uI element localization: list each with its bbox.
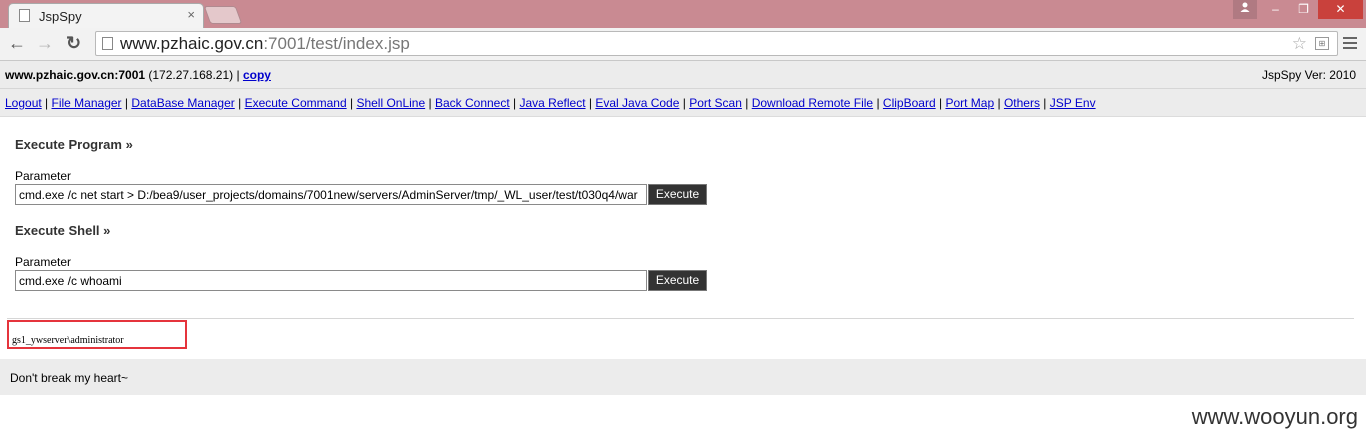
shell-parameter-input[interactable]: [15, 270, 647, 291]
menu-separator: |: [588, 96, 592, 110]
menu-item-execute-command[interactable]: Execute Command: [245, 96, 347, 110]
title-bar: JspSpy × – ❐ ✕: [0, 0, 1366, 28]
url-host: www.pzhaic.gov.cn: [120, 34, 264, 53]
menu-item-download-remote-file[interactable]: Download Remote File: [752, 96, 873, 110]
menu-separator: |: [938, 96, 943, 110]
menu-item-clipboard[interactable]: ClipBoard: [883, 96, 936, 110]
new-tab-button[interactable]: [203, 6, 243, 24]
url-text[interactable]: www.pzhaic.gov.cn:7001/test/index.jsp: [120, 34, 410, 54]
host-ip: (172.27.168.21): [148, 68, 234, 82]
info-bar: www.pzhaic.gov.cn:7001 (172.27.168.21) |…: [0, 61, 1366, 89]
page-favicon-icon: [19, 9, 30, 22]
menu-separator: |: [513, 96, 517, 110]
browser-menu-icon[interactable]: [1343, 37, 1357, 49]
menu-item-port-scan[interactable]: Port Scan: [689, 96, 742, 110]
tab-close-icon[interactable]: ×: [187, 7, 195, 22]
menu-list: Logout | File Manager | DataBase Manager…: [5, 96, 1096, 110]
browser-tab[interactable]: JspSpy ×: [8, 3, 204, 28]
url-path: :7001/test/index.jsp: [263, 34, 410, 53]
tab-title: JspSpy: [39, 9, 82, 24]
menu-item-shell-online[interactable]: Shell OnLine: [356, 96, 425, 110]
menu-item-port-map[interactable]: Port Map: [945, 96, 994, 110]
address-bar[interactable]: www.pzhaic.gov.cn:7001/test/index.jsp ☆ …: [95, 31, 1338, 56]
menu-item-database-manager[interactable]: DataBase Manager: [131, 96, 234, 110]
version-text: JspSpy Ver: 2010: [1261, 68, 1356, 82]
watermark-text: www.wooyun.org: [1191, 404, 1358, 429]
pipe-separator: |: [236, 68, 240, 82]
execute-program-title-text: Execute Program: [15, 137, 122, 152]
bookmark-star-icon[interactable]: ☆: [1292, 34, 1307, 54]
footer-text: Don't break my heart~: [10, 371, 129, 385]
menu-separator: |: [238, 96, 242, 110]
menu-separator: |: [349, 96, 354, 110]
close-window-button[interactable]: ✕: [1318, 0, 1363, 19]
menu-separator: |: [876, 96, 880, 110]
execute-shell-title-text: Execute Shell: [15, 223, 100, 238]
copy-link[interactable]: copy: [243, 68, 271, 82]
forward-arrow-icon[interactable]: →: [36, 33, 54, 53]
back-arrow-icon[interactable]: ←: [8, 33, 26, 53]
menu-item-jsp-env[interactable]: JSP Env: [1050, 96, 1096, 110]
execute-shell-title: Execute Shell »: [15, 223, 110, 238]
divider: [7, 318, 1354, 319]
program-parameter-input[interactable]: [15, 184, 647, 205]
execute-program-button[interactable]: Execute: [648, 184, 707, 205]
maximize-button[interactable]: ❐: [1290, 0, 1317, 19]
menu-item-logout[interactable]: Logout: [5, 96, 42, 110]
menu-item-file-manager[interactable]: File Manager: [52, 96, 122, 110]
menu-item-eval-java-code[interactable]: Eval Java Code: [595, 96, 679, 110]
host-info: www.pzhaic.gov.cn:7001 (172.27.168.21) |…: [5, 68, 271, 82]
raquo-icon: »: [103, 223, 111, 238]
command-output-box: gs1_ywserver\administrator: [7, 320, 187, 349]
reload-icon[interactable]: ↻: [66, 33, 81, 53]
minimize-button[interactable]: –: [1262, 0, 1289, 19]
browser-toolbar: ← → ↻ www.pzhaic.gov.cn:7001/test/index.…: [0, 28, 1366, 61]
command-output-text: gs1_ywserver\administrator: [12, 335, 124, 346]
host-name: www.pzhaic.gov.cn:7001: [5, 68, 146, 82]
menu-separator: |: [997, 96, 1001, 110]
raquo-icon: »: [125, 137, 133, 152]
menu-separator: |: [124, 96, 129, 110]
menu-item-java-reflect[interactable]: Java Reflect: [520, 96, 586, 110]
execute-program-title: Execute Program »: [15, 137, 133, 152]
menu-separator: |: [428, 96, 432, 110]
menu-separator: |: [745, 96, 749, 110]
shell-parameter-label: Parameter: [15, 255, 72, 269]
extension-icon[interactable]: ⊞: [1315, 37, 1329, 50]
main-menu: Logout | File Manager | DataBase Manager…: [0, 89, 1366, 117]
menu-separator: |: [45, 96, 49, 110]
menu-item-others[interactable]: Others: [1004, 96, 1040, 110]
execute-shell-button[interactable]: Execute: [648, 270, 707, 291]
menu-separator: |: [682, 96, 686, 110]
menu-separator: |: [1043, 96, 1047, 110]
user-profile-icon[interactable]: [1233, 0, 1257, 19]
program-parameter-label: Parameter: [15, 169, 72, 183]
page-icon: [102, 37, 113, 50]
menu-item-back-connect[interactable]: Back Connect: [435, 96, 510, 110]
footer: Don't break my heart~: [0, 359, 1366, 395]
